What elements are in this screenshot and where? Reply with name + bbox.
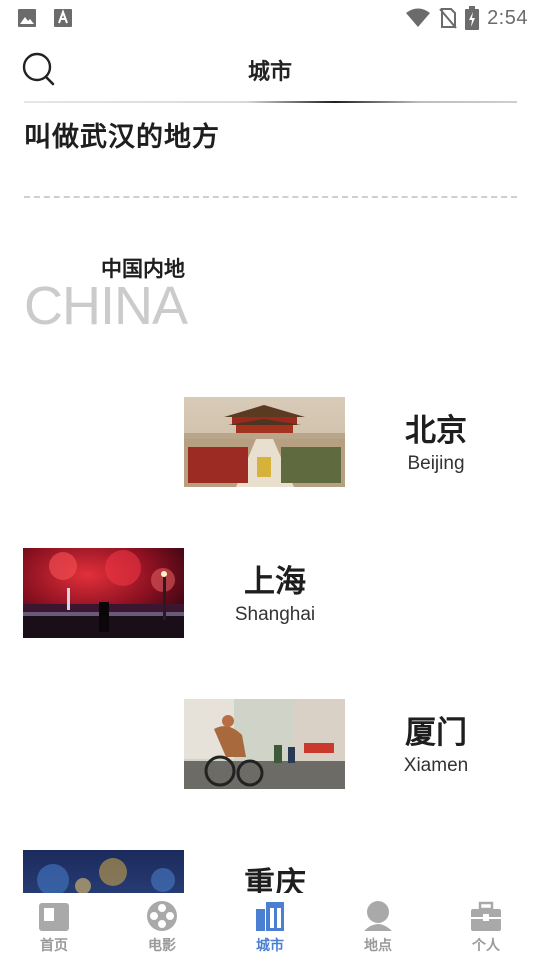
- nav-item-city[interactable]: 城市: [216, 893, 324, 960]
- page-title: 城市: [247, 60, 292, 85]
- cycling-race-photo: [184, 699, 345, 789]
- city-name-cn-shanghai[interactable]: 上海: [195, 556, 355, 601]
- nav-label-places: 地点: [364, 938, 392, 954]
- home-icon: [39, 903, 69, 931]
- city-photo-shanghai[interactable]: [23, 548, 184, 638]
- nav-item-movies[interactable]: 电影: [108, 893, 216, 960]
- city-name-en-xiamen: Xiamen: [403, 755, 469, 776]
- city-name-cn-chongqing[interactable]: 重庆: [195, 858, 355, 893]
- nav-label-movies: 电影: [148, 938, 176, 954]
- nav-item-places[interactable]: 地点: [324, 893, 432, 960]
- nav-label-home: 首页: [40, 938, 68, 954]
- nav-item-profile[interactable]: 个人: [432, 893, 540, 960]
- bottom-navigation: 首页 电影 城市 地点 个人: [0, 893, 540, 960]
- city-name-en-beijing: Beijing: [407, 453, 465, 474]
- city-list-scroll[interactable]: 叫做武汉的地方 中国内地 CHINA 北京 Beijing 上海 Shangha…: [0, 103, 540, 893]
- city-name-en-shanghai: Shanghai: [234, 604, 316, 625]
- status-time: 2:54: [487, 6, 528, 29]
- font-download-icon: [54, 9, 72, 27]
- battery-charging-icon: [465, 6, 480, 30]
- city-photo-beijing[interactable]: [184, 397, 345, 487]
- no-sim-icon: [439, 8, 457, 29]
- region-english-label: CHINA: [24, 276, 188, 336]
- briefcase-icon: [471, 901, 501, 931]
- city-name-cn-xiamen[interactable]: 厦门: [356, 707, 516, 752]
- night-city-photo: [23, 850, 184, 893]
- dashed-divider: [24, 196, 517, 198]
- person-place-icon: [364, 901, 392, 931]
- city-photo-xiamen[interactable]: [184, 699, 345, 789]
- app-header: 城市: [0, 36, 540, 102]
- nav-item-home[interactable]: 首页: [0, 893, 108, 960]
- city-name-cn-beijing[interactable]: 北京: [356, 405, 516, 450]
- status-bar: 2:54: [0, 0, 540, 36]
- headline-link[interactable]: 叫做武汉的地方: [24, 115, 220, 154]
- forbidden-city-photo: [184, 397, 345, 487]
- wifi-icon: [406, 8, 431, 27]
- image-icon: [18, 9, 36, 27]
- city-photo-chongqing[interactable]: [23, 850, 184, 893]
- nav-label-profile: 个人: [472, 938, 500, 954]
- city-building-icon: [256, 902, 284, 931]
- nav-label-city: 城市: [256, 938, 284, 954]
- bund-fireworks-photo: [23, 548, 184, 638]
- film-reel-icon: [147, 901, 177, 931]
